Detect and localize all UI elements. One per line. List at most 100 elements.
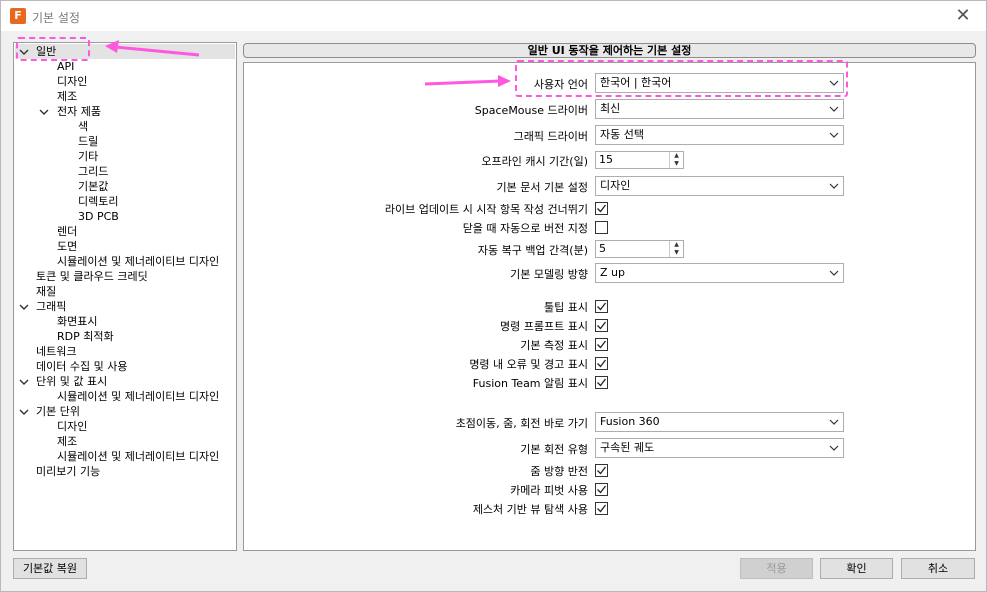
tree-item[interactable]: 제조 xyxy=(57,89,77,104)
checkmark-icon xyxy=(597,466,607,475)
tree-item[interactable]: 그래픽 xyxy=(36,299,66,314)
tree-item[interactable]: 시뮬레이션 및 제너레이티브 디자인 xyxy=(57,449,219,464)
orbit-type-value: 구속된 궤도 xyxy=(600,441,655,454)
label-default-measure: 기본 측정 표시 xyxy=(520,339,588,352)
label-gesture-nav: 제스처 기반 뷰 탐색 사용 xyxy=(472,503,588,516)
chevron-down-icon xyxy=(829,106,839,112)
autorecovery-spinner[interactable]: 5 ▲ ▼ xyxy=(595,240,684,258)
reverse-zoom-checkbox[interactable] xyxy=(595,464,608,477)
checkmark-icon xyxy=(597,340,607,349)
tree-item[interactable]: API xyxy=(57,59,74,74)
tree-item[interactable]: 화면표시 xyxy=(57,314,97,329)
label-spacemouse-driver: SpaceMouse 드라이버 xyxy=(474,104,588,117)
tree-item[interactable]: 그리드 xyxy=(78,164,108,179)
tree-item[interactable]: 디자인 xyxy=(57,74,87,89)
spinner-buttons[interactable]: ▲ ▼ xyxy=(669,241,683,257)
default-doc-dropdown[interactable]: 디자인 xyxy=(595,176,844,196)
camera-pivot-checkbox[interactable] xyxy=(595,483,608,496)
tree-item[interactable]: 기타 xyxy=(78,149,98,164)
tree-item[interactable]: RDP 최적화 xyxy=(57,329,114,344)
graphics-driver-dropdown[interactable]: 자동 선택 xyxy=(595,125,844,145)
command-errors-checkbox[interactable] xyxy=(595,357,608,370)
tree-item[interactable]: 기본 단위 xyxy=(36,404,80,419)
offline-cache-value: 15 xyxy=(599,153,613,166)
pan-zoom-orbit-dropdown[interactable]: Fusion 360 xyxy=(595,412,844,432)
gesture-nav-checkbox[interactable] xyxy=(595,502,608,515)
tree-item[interactable]: 도면 xyxy=(57,239,77,254)
chevron-down-icon[interactable] xyxy=(19,377,29,387)
apply-button[interactable]: 적용 xyxy=(740,558,813,579)
checkmark-icon xyxy=(597,359,607,368)
restore-defaults-button[interactable]: 기본값 복원 xyxy=(13,558,87,579)
chevron-down-icon[interactable] xyxy=(39,107,49,117)
tree-item[interactable]: 3D PCB xyxy=(78,209,119,224)
tree-item[interactable]: 드릴 xyxy=(78,134,98,149)
checkmark-icon xyxy=(597,485,607,494)
tree-item[interactable]: 미리보기 기능 xyxy=(36,464,100,479)
label-command-errors: 명령 내 오류 및 경고 표시 xyxy=(469,358,588,371)
orbit-type-dropdown[interactable]: 구속된 궤도 xyxy=(595,438,844,458)
tree-item[interactable]: 디렉토리 xyxy=(78,194,118,209)
tree-item[interactable]: 재질 xyxy=(36,284,56,299)
offline-cache-spinner[interactable]: 15 ▲ ▼ xyxy=(595,151,684,169)
fusion-app-icon: F xyxy=(10,8,26,24)
autorecovery-value: 5 xyxy=(599,242,606,255)
chevron-down-icon[interactable] xyxy=(19,407,29,417)
label-tooltips: 툴팁 표시 xyxy=(544,301,588,314)
chevron-down-icon xyxy=(829,183,839,189)
label-default-doc: 기본 문서 기본 설정 xyxy=(496,181,588,194)
skip-startup-checkbox[interactable] xyxy=(595,202,608,215)
pan-zoom-orbit-value: Fusion 360 xyxy=(600,415,660,428)
graphics-driver-value: 자동 선택 xyxy=(600,128,644,141)
tree-item[interactable]: 전자 제품 xyxy=(57,104,101,119)
label-auto-version: 닫을 때 자동으로 버전 지정 xyxy=(462,222,588,235)
spin-down-icon[interactable]: ▼ xyxy=(670,160,683,168)
team-notifications-checkbox[interactable] xyxy=(595,376,608,389)
chevron-down-icon[interactable] xyxy=(19,302,29,312)
label-pan-zoom-orbit: 초점이동, 줌, 회전 바로 가기 xyxy=(455,417,588,430)
label-orbit-type: 기본 회전 유형 xyxy=(520,443,588,456)
cancel-button[interactable]: 취소 xyxy=(901,558,975,579)
label-command-prompts: 명령 프롬프트 표시 xyxy=(500,320,588,333)
highlight-language-annotation xyxy=(515,60,848,97)
command-prompts-checkbox[interactable] xyxy=(595,319,608,332)
tree-item[interactable]: 기본값 xyxy=(78,179,108,194)
tree-item[interactable]: 네트워크 xyxy=(36,344,76,359)
checkmark-icon xyxy=(597,204,607,213)
tree-item[interactable]: 토큰 및 클라우드 크레딧 xyxy=(36,269,148,284)
spin-down-icon[interactable]: ▼ xyxy=(670,249,683,257)
label-skip-startup: 라이브 업데이트 시 시작 항목 작성 건너뛰기 xyxy=(384,203,588,216)
tree-item[interactable]: 색 xyxy=(78,119,88,134)
arrow-annotation xyxy=(105,40,200,57)
label-camera-pivot: 카메라 피벗 사용 xyxy=(510,484,588,497)
tree-item[interactable]: 렌더 xyxy=(57,224,77,239)
close-icon[interactable]: ✕ xyxy=(940,1,986,31)
label-offline-cache: 오프라인 캐시 기간(일) xyxy=(481,155,588,168)
tree-item[interactable]: 시뮬레이션 및 제너레이티브 디자인 xyxy=(57,254,219,269)
auto-version-checkbox[interactable] xyxy=(595,221,608,234)
spacemouse-driver-dropdown[interactable]: 최신 xyxy=(595,99,844,119)
highlight-general-annotation xyxy=(16,37,90,61)
preferences-tree: 일반 API 디자인 제조 전자 제품 색 드릴 기타 그리드 기본값 디렉토리 3D PCB 렌더 도면… xyxy=(13,42,237,551)
label-reverse-zoom: 줌 방향 반전 xyxy=(530,465,588,478)
tooltips-checkbox[interactable] xyxy=(595,300,608,313)
tree-item[interactable]: 데이터 수집 및 사용 xyxy=(36,359,127,374)
spinner-buttons[interactable]: ▲ ▼ xyxy=(669,152,683,168)
label-autorecovery: 자동 복구 백업 간격(분) xyxy=(477,244,588,257)
title-bar: F 기본 설정 ✕ xyxy=(1,1,986,31)
default-doc-value: 디자인 xyxy=(600,179,631,192)
chevron-down-icon xyxy=(829,270,839,276)
tree-item[interactable]: 단위 및 값 표시 xyxy=(36,374,107,389)
checkmark-icon xyxy=(597,504,607,513)
label-modeling-orientation: 기본 모델링 방향 xyxy=(510,268,588,281)
default-measure-checkbox[interactable] xyxy=(595,338,608,351)
spin-up-icon[interactable]: ▲ xyxy=(670,152,683,160)
tree-item[interactable]: 제조 xyxy=(57,434,77,449)
ok-button[interactable]: 확인 xyxy=(820,558,893,579)
checkmark-icon xyxy=(597,321,607,330)
modeling-orientation-dropdown[interactable]: Z up xyxy=(595,263,844,283)
spin-up-icon[interactable]: ▲ xyxy=(670,241,683,249)
tree-item[interactable]: 시뮬레이션 및 제너레이티브 디자인 xyxy=(57,389,219,404)
tree-item[interactable]: 디자인 xyxy=(57,419,87,434)
preferences-dialog: F 기본 설정 ✕ 일반 API 디자인 제조 전자 제품 색 드릴 기타 그리드 기본값 디렉토리… xyxy=(0,0,987,592)
